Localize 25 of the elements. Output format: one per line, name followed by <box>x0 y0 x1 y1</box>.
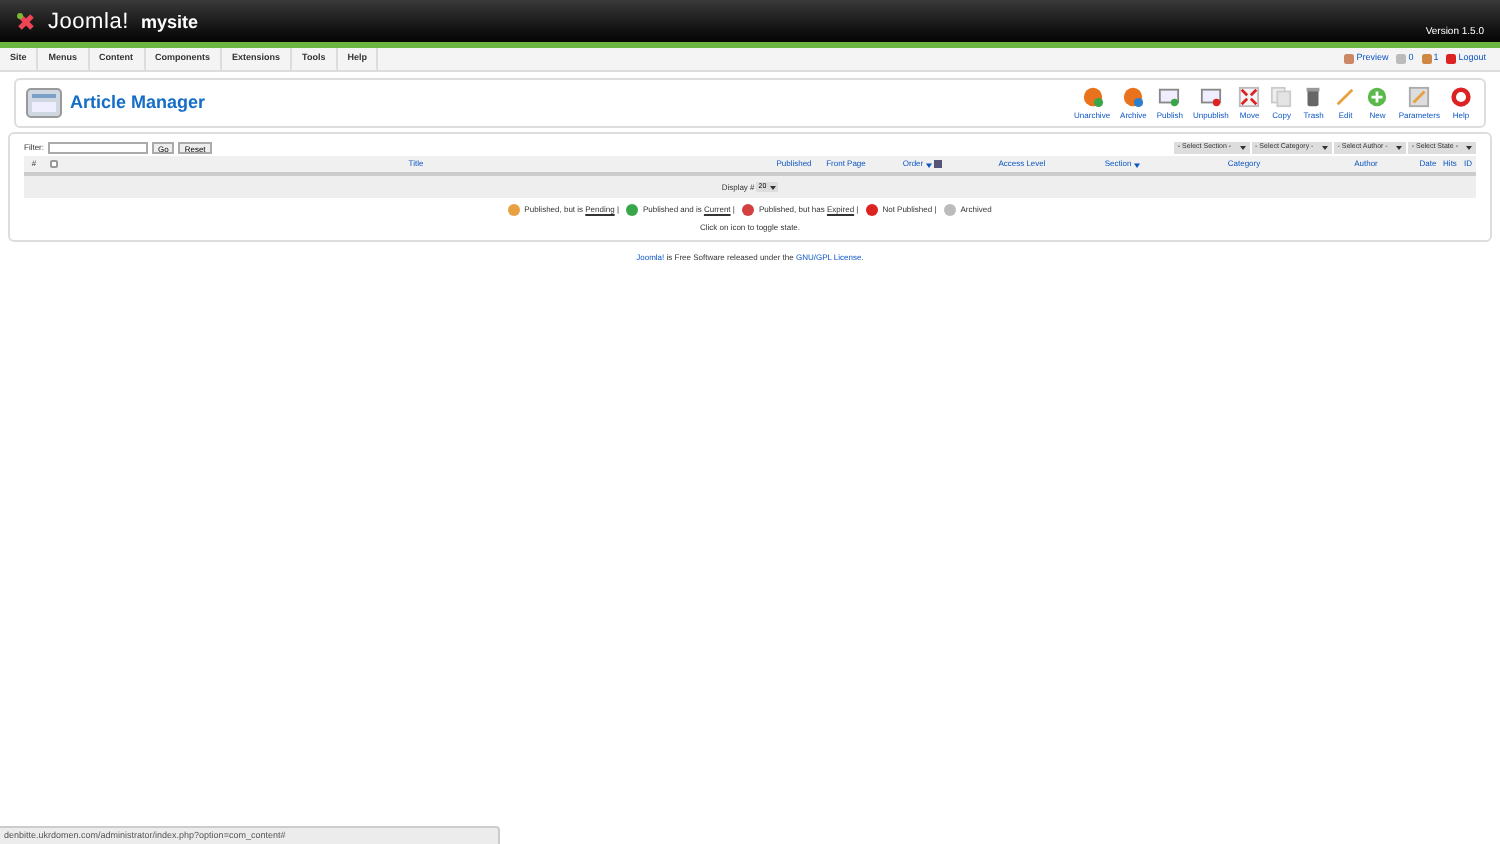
sort-icon <box>925 161 932 167</box>
select-all-checkbox[interactable] <box>50 160 58 168</box>
trash-icon <box>1302 85 1325 107</box>
caret-icon <box>1395 146 1402 150</box>
caret-icon <box>1239 146 1246 150</box>
page-title: Article Manager <box>70 89 206 116</box>
joomla-logo: Joomla! <box>48 8 129 38</box>
article-icon <box>26 88 62 118</box>
caret-icon <box>770 185 777 189</box>
pencil-icon <box>1334 85 1357 107</box>
save-icon[interactable] <box>933 160 942 168</box>
window-icon <box>1199 85 1222 107</box>
tools-icon <box>1408 85 1431 107</box>
sort-icon <box>1133 161 1140 167</box>
caret-icon <box>1321 146 1328 150</box>
lifebuoy-icon <box>1450 85 1472 107</box>
filter-field[interactable] <box>48 142 148 154</box>
caret-icon <box>1466 146 1472 150</box>
copy-icon <box>1270 85 1293 107</box>
circle-icon <box>944 204 957 216</box>
arrows-icon <box>1238 85 1261 107</box>
plus-icon <box>1366 85 1389 107</box>
site-name: mysite <box>140 9 198 36</box>
window-icon <box>1158 85 1181 107</box>
logo-icon <box>16 12 36 33</box>
